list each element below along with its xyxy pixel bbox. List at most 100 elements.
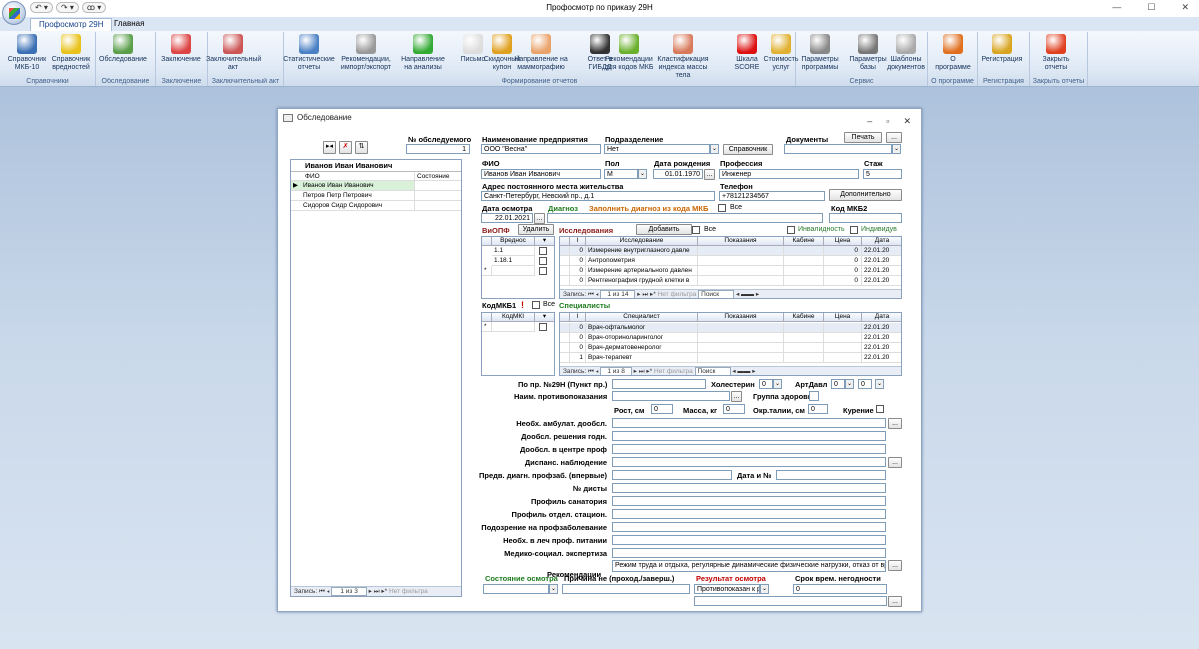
list-cell[interactable] (415, 181, 461, 191)
row-selector[interactable] (560, 333, 570, 343)
weight-field[interactable]: 0 (723, 404, 745, 414)
mkb1-col-check[interactable]: ▾ (535, 313, 554, 322)
row-date[interactable]: 22.01.20 (862, 246, 901, 256)
ribbon-button-medical-doc[interactable]: Заключение (154, 33, 208, 64)
row-selector[interactable] (560, 353, 570, 363)
row-i[interactable]: 0 (570, 256, 586, 266)
result-dropdown-icon[interactable]: ⌄ (760, 584, 769, 594)
mkb2-field[interactable] (829, 213, 902, 223)
row-date[interactable]: 22.01.20 (862, 353, 901, 363)
nav-position[interactable]: 1 из 14 (600, 290, 636, 298)
row-price[interactable]: 0 (824, 266, 862, 276)
sex-dropdown-icon[interactable]: ⌄ (638, 169, 647, 179)
vpf-row-checkbox[interactable] (539, 257, 547, 265)
date-field[interactable]: 22.01.2021 (481, 213, 533, 223)
row-date[interactable]: 22.01.20 (862, 266, 901, 276)
field-f6[interactable] (612, 483, 886, 493)
date-no-field[interactable] (776, 470, 886, 480)
spec-col-date[interactable]: Дата (862, 313, 901, 322)
dialog-close-button[interactable]: ✕ (903, 112, 911, 130)
row-date[interactable]: 22.01.20 (862, 343, 901, 353)
horizontal-scrollbar[interactable]: ◂ ▬▬ ▸ (736, 291, 759, 298)
dialog-restore-button[interactable]: ▫ (886, 112, 889, 130)
spec-col-i[interactable]: I (570, 313, 586, 322)
maximize-button[interactable]: ☐ (1147, 2, 1155, 13)
research-col-cabinet[interactable]: Кабине (784, 237, 824, 246)
height-field[interactable]: 0 (651, 404, 673, 414)
art-field-2[interactable]: 0 (858, 379, 872, 389)
row-cabinet[interactable] (784, 333, 824, 343)
row-date[interactable]: 22.01.20 (862, 333, 901, 343)
search-box[interactable]: Поиск (694, 367, 731, 375)
fio-field[interactable]: Иванов Иван Иванович (481, 169, 601, 179)
row-price[interactable]: 0 (824, 256, 862, 266)
cholesterol-field[interactable]: 0 (759, 379, 773, 389)
row-selector[interactable] (560, 343, 570, 353)
dob-field[interactable]: 01.01.1970 (653, 169, 703, 179)
row-i[interactable]: 1 (570, 353, 586, 363)
stazh-field[interactable]: 5 (863, 169, 902, 179)
row-price[interactable]: 0 (824, 276, 862, 286)
row-indications[interactable] (698, 353, 784, 363)
row-price[interactable] (824, 343, 862, 353)
list-item[interactable]: Сидоров Сидр Сидорович (291, 201, 415, 211)
row-i[interactable]: 0 (570, 266, 586, 276)
row-selector[interactable] (560, 323, 570, 333)
result-note-field[interactable] (694, 596, 887, 606)
ribbon-button-tools[interactable]: Параметры программы (793, 33, 847, 72)
health-group-field[interactable] (809, 391, 819, 401)
row-indications[interactable] (698, 276, 784, 286)
row-selector[interactable] (560, 256, 570, 266)
row-name[interactable]: Врач-оториноларинголог (586, 333, 698, 343)
spec-col-cabinet[interactable]: Кабине (784, 313, 824, 322)
more-button[interactable]: Дополнительно (829, 189, 902, 201)
add-button[interactable]: Добавить (636, 224, 692, 235)
smoking-checkbox[interactable] (876, 405, 884, 413)
nav-position[interactable]: 1 из 3 (331, 587, 367, 596)
date-picker-button[interactable]: ... (534, 213, 545, 224)
delete-record-button[interactable]: ✗ (339, 141, 352, 154)
row-name[interactable]: Антропометрия (586, 256, 698, 266)
profession-field[interactable]: Инженер (719, 169, 859, 179)
search-box[interactable]: Поиск (698, 290, 735, 298)
row-price[interactable] (824, 353, 862, 363)
sick-field[interactable]: 0 (793, 584, 887, 594)
dialog-minimize-button[interactable]: – (867, 112, 872, 130)
row-indications[interactable] (698, 246, 784, 256)
row-indications[interactable] (698, 266, 784, 276)
ribbon-button-clock[interactable]: Опрограмме (926, 33, 980, 72)
waist-field[interactable]: 0 (808, 404, 828, 414)
row-selector[interactable] (560, 276, 570, 286)
nav-filter[interactable]: Нет фильтра (654, 368, 693, 375)
list-cell[interactable] (415, 191, 461, 201)
tab-profosmotr[interactable]: Профосмотр 29Н (30, 18, 113, 31)
research-col-price[interactable]: Цена (824, 237, 862, 246)
row-indications[interactable] (698, 343, 784, 353)
documents-more-button[interactable]: ... (886, 132, 902, 143)
more-button[interactable]: ... (888, 418, 902, 429)
sort-button[interactable]: ⇅ (355, 141, 368, 154)
field-f8[interactable] (612, 509, 886, 519)
nav-first-button[interactable]: ⏮ ◂ (588, 368, 600, 375)
row-i[interactable]: 0 (570, 343, 586, 353)
field-f11[interactable] (612, 548, 886, 558)
research-all-checkbox[interactable] (692, 226, 700, 234)
ribbon-button-close-circle[interactable]: Закрыть отчеты (1029, 33, 1083, 72)
diagnosis-field[interactable] (547, 213, 823, 223)
vpf-row[interactable]: 1.1 (492, 246, 535, 256)
customize-button[interactable]: ꝏ ▾ (81, 2, 107, 13)
pr29-field[interactable] (612, 379, 706, 389)
field-f4[interactable] (612, 457, 886, 467)
minimize-button[interactable]: — (1112, 2, 1121, 13)
field-f7[interactable] (612, 496, 886, 506)
dob-picker-button[interactable]: ... (704, 169, 715, 180)
vpf-new-row[interactable] (492, 266, 535, 276)
delete-button[interactable]: Удалить (518, 224, 554, 235)
ribbon-button-pen-doc[interactable]: Заключительный акт (206, 33, 261, 72)
field-f10[interactable] (612, 535, 886, 545)
row-price[interactable] (824, 333, 862, 343)
sex-field[interactable]: М (604, 169, 638, 179)
state-field[interactable] (483, 584, 549, 594)
research-col-indications[interactable]: Показания (698, 237, 784, 246)
horizontal-scrollbar[interactable]: ◂ ▬▬ ▸ (732, 368, 755, 375)
